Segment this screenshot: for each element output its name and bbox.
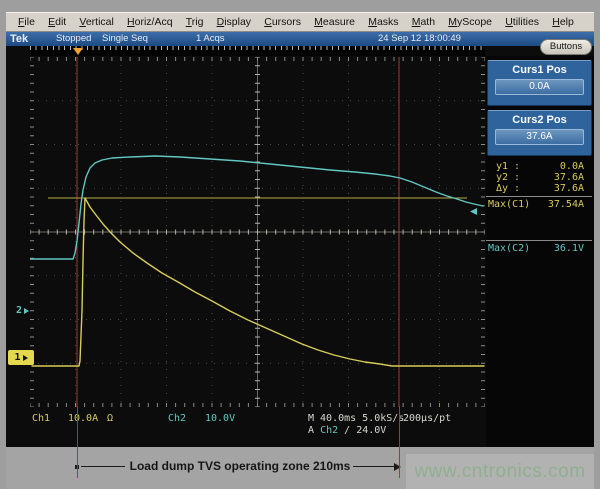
trigger-position-icon[interactable]: [73, 48, 83, 55]
trigger-readout[interactable]: A Ch2 / 24.0V: [308, 425, 386, 436]
menu-item-display[interactable]: Display: [217, 16, 251, 28]
scope-screen: Tek Stopped Single Seq 1 Acqs 24 Sep 12 …: [6, 32, 594, 447]
trigger-prefix: A: [308, 425, 314, 436]
trigger-level: 24.0V: [356, 425, 386, 436]
panel-divider: [486, 240, 592, 241]
cursor2-position-control[interactable]: Curs2 Pos 37.6A: [487, 110, 592, 156]
cursor-y1-readout: y1 : 0.0A: [486, 161, 592, 172]
zone-line-right: [353, 466, 395, 467]
acquisition-state: Stopped: [56, 32, 91, 46]
ch1-marker-arrow-icon: [23, 355, 28, 361]
ch2-marker-arrow-icon: [24, 308, 29, 314]
ch2-scale-readout[interactable]: 10.0V: [205, 413, 235, 424]
ch1-scale-readout[interactable]: 10.0A: [68, 413, 98, 424]
panel-divider: [486, 196, 592, 197]
trigger-source: Ch2: [320, 425, 338, 436]
ch2-marker-label: 2: [16, 305, 22, 316]
menu-item-file[interactable]: File: [18, 16, 35, 28]
trace-end-arrow-icon: [470, 208, 477, 215]
cursor-delta-readout: Δy : 37.6A: [486, 183, 592, 194]
side-control-panel: Curs1 Pos 0.0A Curs2 Pos 37.6A y1 : 0.0A…: [486, 56, 594, 447]
menu-item-help[interactable]: Help: [552, 16, 574, 28]
menu-item-math[interactable]: Math: [412, 16, 435, 28]
ch1-marker-label: 1: [14, 352, 20, 363]
zone-label: Load dump TVS operating zone 210ms: [128, 459, 352, 473]
menu-item-trig[interactable]: Trig: [186, 16, 204, 28]
menu-item-cursors[interactable]: Cursors: [264, 16, 301, 28]
acquisition-count: 1 Acqs: [196, 32, 225, 46]
datetime: 24 Sep 12 18:00:49: [378, 32, 461, 46]
menu-item-vertical[interactable]: Vertical: [79, 16, 113, 28]
cursor2-value-field[interactable]: 37.6A: [495, 129, 584, 145]
cursor1-position-control[interactable]: Curs1 Pos 0.0A: [487, 60, 592, 106]
max-c2-measurement: Max(C2) 36.1V: [486, 243, 592, 254]
menu-item-measure[interactable]: Measure: [314, 16, 355, 28]
zone-line-left: [81, 466, 125, 467]
annotation-strip: Load dump TVS operating zone 210ms www.c…: [6, 447, 594, 489]
cursor1-title: Curs1 Pos: [488, 64, 591, 76]
status-bar: Tek Stopped Single Seq 1 Acqs 24 Sep 12 …: [6, 32, 594, 46]
cursor2-title: Curs2 Pos: [488, 114, 591, 126]
ch1-label[interactable]: Ch1: [32, 413, 50, 424]
menu-item-horizacq[interactable]: Horiz/Acq: [127, 16, 173, 28]
zone-start-line: [77, 406, 78, 478]
acquisition-preview-bar[interactable]: [30, 46, 485, 56]
cursor-y2-readout: y2 : 37.6A: [486, 172, 592, 183]
tek-logo: Tek: [10, 32, 28, 46]
timebase-readout[interactable]: M 40.0ms 5.0kS/s: [308, 413, 404, 424]
watermark: www.cntronics.com: [406, 454, 594, 489]
menu-item-edit[interactable]: Edit: [48, 16, 66, 28]
ch1-reference-marker[interactable]: 1: [8, 350, 34, 365]
zone-end-line: [399, 406, 400, 478]
menu-item-masks[interactable]: Masks: [368, 16, 398, 28]
ch2-label[interactable]: Ch2: [168, 413, 186, 424]
waveform-graticule: [30, 57, 485, 407]
oscilloscope-window: File Edit Vertical Horiz/Acq Trig Display Curs…: [0, 0, 600, 489]
menu-item-utilities[interactable]: Utilities: [505, 16, 539, 28]
trigger-slope-icon: /: [344, 425, 350, 436]
max-c1-measurement: Max(C1) 37.54A: [486, 199, 592, 210]
menu-bar: File Edit Vertical Horiz/Acq Trig Display Curs…: [6, 12, 594, 32]
resolution-readout: 200µs/pt: [403, 413, 451, 424]
buttons-button[interactable]: Buttons: [540, 39, 592, 55]
cursor1-value-field[interactable]: 0.0A: [495, 79, 584, 95]
menu-item-myscope[interactable]: MyScope: [448, 16, 492, 28]
acquisition-mode: Single Seq: [102, 32, 148, 46]
ch1-coupling-readout: Ω: [107, 413, 113, 424]
ch2-reference-marker[interactable]: 2: [16, 305, 29, 316]
